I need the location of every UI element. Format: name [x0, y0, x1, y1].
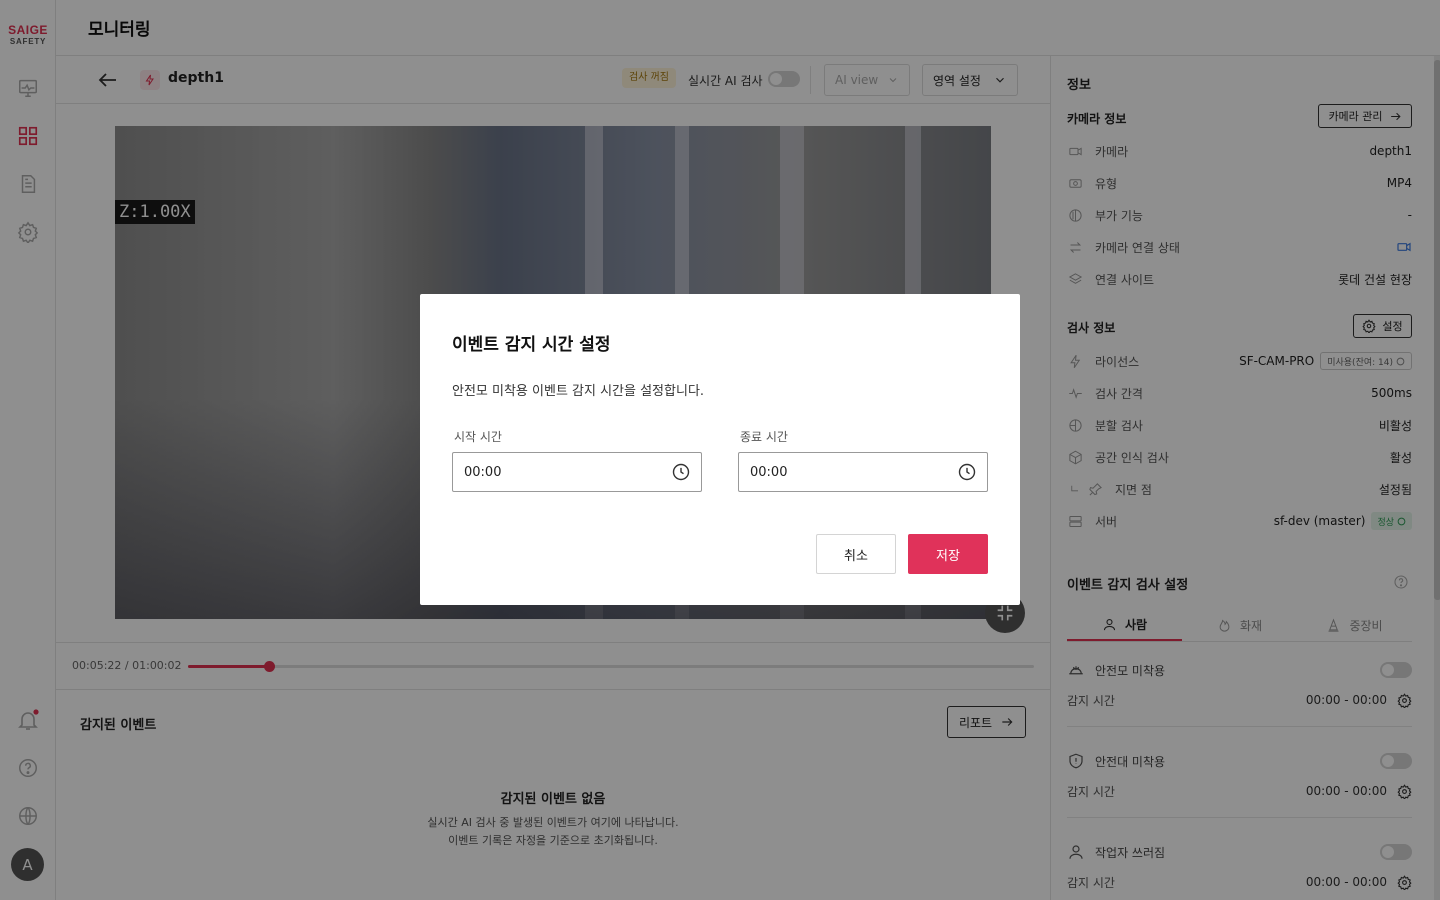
clock-icon[interactable]	[671, 462, 691, 482]
end-time-value: 00:00	[750, 464, 788, 480]
modal-title: 이벤트 감지 시간 설정	[452, 335, 611, 355]
start-time-label: 시작 시간	[454, 430, 502, 444]
save-button[interactable]: 저장	[908, 534, 988, 574]
clock-icon[interactable]	[957, 462, 977, 482]
end-time-input[interactable]: 00:00	[738, 452, 988, 492]
detect-time-modal: 이벤트 감지 시간 설정 안전모 미착용 이벤트 감지 시간을 설정합니다. 시…	[420, 294, 1020, 605]
start-time-input[interactable]: 00:00	[452, 452, 702, 492]
modal-description: 안전모 미착용 이벤트 감지 시간을 설정합니다.	[452, 384, 705, 399]
cancel-button[interactable]: 취소	[816, 534, 896, 574]
end-time-label: 종료 시간	[740, 430, 788, 444]
start-time-value: 00:00	[464, 464, 502, 480]
